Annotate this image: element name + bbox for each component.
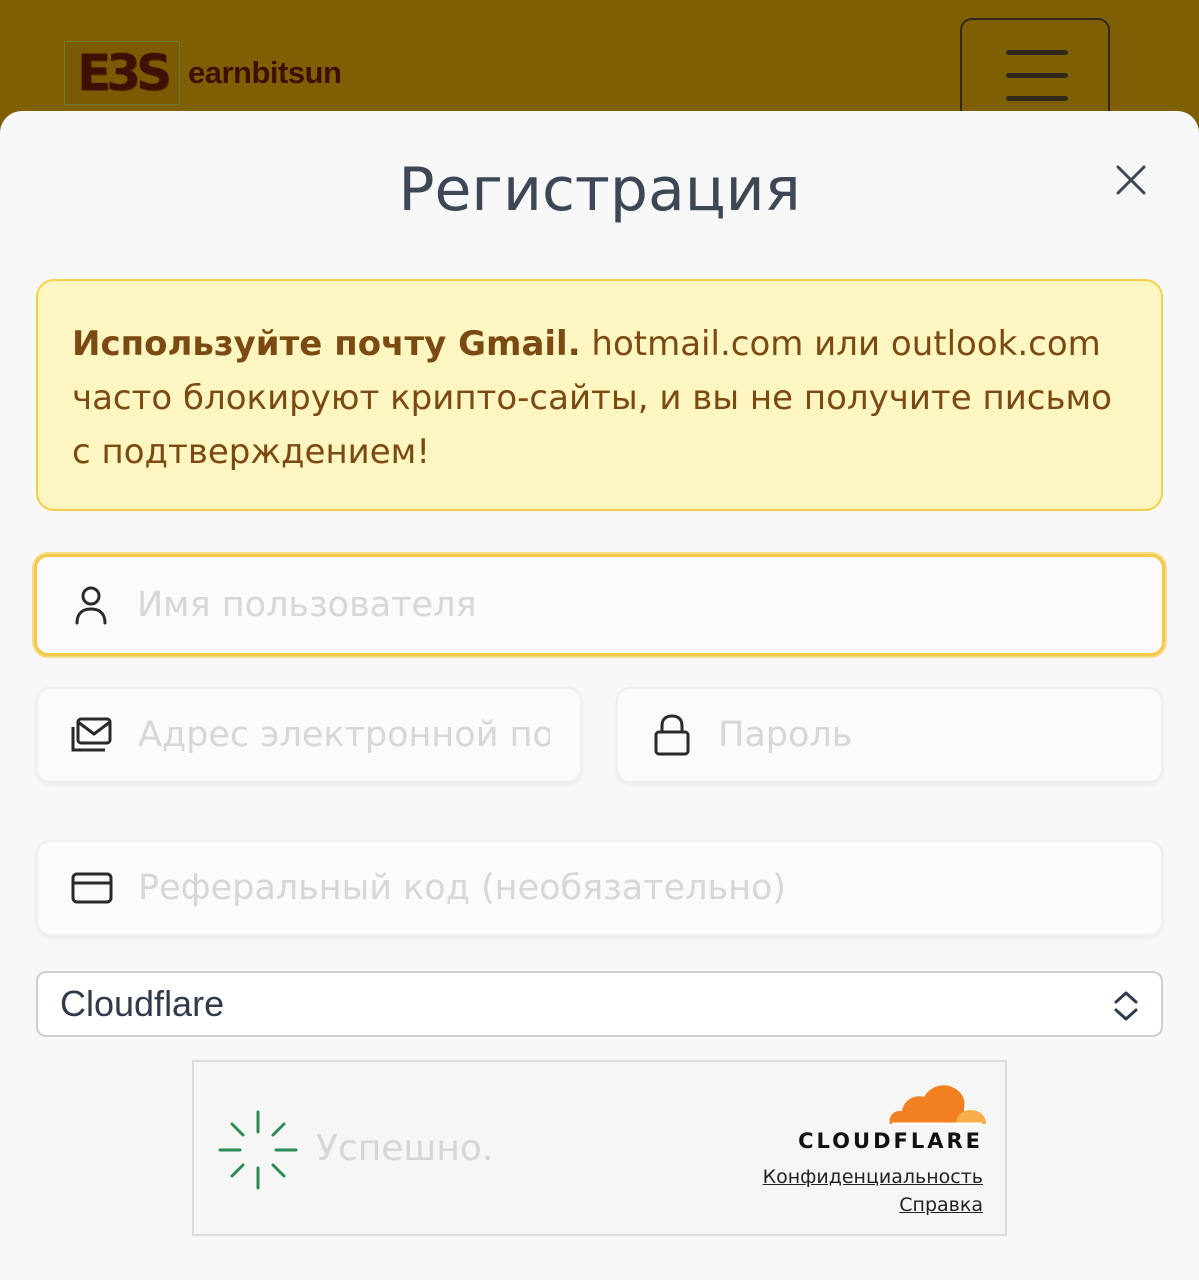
username-field[interactable]	[34, 554, 1165, 656]
card-icon	[70, 866, 114, 910]
alert-bold-text: Используйте почту Gmail.	[72, 324, 581, 364]
logo[interactable]: E3S earnbitsun	[64, 40, 342, 106]
close-button[interactable]	[1112, 161, 1150, 199]
captcha-status: Успешно.	[316, 1128, 494, 1169]
user-icon	[69, 583, 113, 627]
password-field[interactable]	[616, 687, 1163, 783]
registration-modal: Регистрация Используйте почту Gmail. hot…	[0, 111, 1199, 1280]
lock-icon	[650, 713, 694, 757]
cloudflare-captcha-widget[interactable]: Успешно. CLOUDFLARE Конфиденциальность С…	[192, 1060, 1007, 1236]
gmail-warning-alert: Используйте почту Gmail. hotmail.com или…	[36, 279, 1163, 511]
email-input[interactable]	[138, 715, 550, 755]
chevron-updown-icon	[1114, 991, 1138, 1021]
close-icon	[1116, 165, 1146, 195]
privacy-link[interactable]: Конфиденциальность	[763, 1166, 983, 1188]
spinner-icon	[218, 1110, 298, 1190]
referral-input[interactable]	[138, 868, 1131, 908]
referral-field[interactable]	[36, 840, 1163, 936]
email-field[interactable]	[36, 687, 582, 783]
select-value: Cloudflare	[60, 983, 225, 1024]
username-input[interactable]	[137, 585, 1132, 625]
modal-title: Регистрация	[398, 155, 801, 225]
help-link[interactable]: Справка	[899, 1194, 983, 1216]
logo-text: earnbitsun	[188, 55, 342, 90]
password-input[interactable]	[718, 715, 1131, 755]
hamburger-menu-icon	[1006, 50, 1068, 119]
cloudflare-wordmark: CLOUDFLARE	[798, 1129, 983, 1153]
logo-mark: E3S	[64, 41, 180, 105]
mail-icon	[70, 713, 114, 757]
captcha-provider-select[interactable]: Cloudflare	[36, 971, 1163, 1037]
cloudflare-cloud-icon	[889, 1085, 986, 1126]
